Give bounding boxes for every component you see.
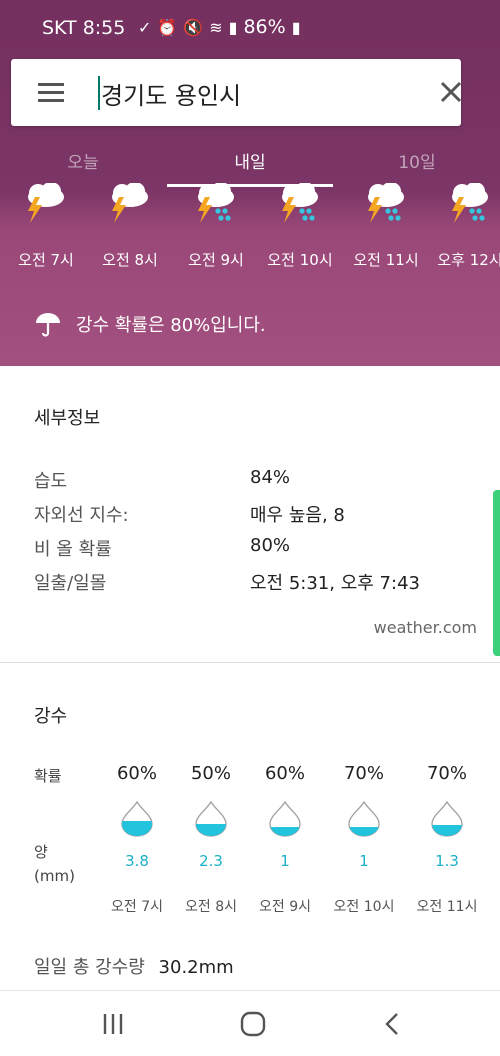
uv-index-value: 매우 높음, 8 bbox=[250, 505, 345, 526]
hour-label: 오전 7시 bbox=[18, 251, 74, 269]
thunder-rain-icon bbox=[368, 183, 404, 223]
menu-icon[interactable] bbox=[38, 83, 64, 103]
rain-chance-value: 80% bbox=[250, 535, 291, 556]
umbrella-icon bbox=[36, 313, 60, 337]
source-link[interactable]: weather.com bbox=[374, 618, 477, 637]
probability-row-label: 확률 bbox=[34, 767, 62, 785]
precip-probability: 60% bbox=[264, 763, 305, 784]
hour-label: 오전 11시 bbox=[353, 251, 419, 269]
thunderstorm-icon bbox=[28, 183, 64, 223]
precip-probability: 60% bbox=[116, 763, 157, 784]
raindrop-icon bbox=[269, 800, 301, 837]
precip-amount: 1 bbox=[280, 852, 290, 870]
thunderstorm-icon bbox=[112, 183, 148, 223]
thunder-rain-icon bbox=[452, 183, 488, 223]
precip-amount: 1 bbox=[359, 852, 369, 870]
back-icon[interactable] bbox=[380, 1011, 404, 1037]
precip-time: 오전 9시 bbox=[259, 899, 311, 915]
hour-label: 오전 10시 bbox=[267, 251, 333, 269]
precip-amount: 2.3 bbox=[199, 852, 223, 870]
home-icon[interactable] bbox=[239, 1010, 267, 1038]
thunder-rain-icon bbox=[282, 183, 318, 223]
section-divider bbox=[0, 662, 500, 663]
rain-chance-label: 비 올 확률 bbox=[34, 539, 112, 560]
precip-amount: 1.3 bbox=[435, 852, 459, 870]
tab-10-day[interactable]: 10일 bbox=[334, 148, 500, 173]
battery-icon: ▮ bbox=[291, 17, 301, 37]
raindrop-icon bbox=[195, 800, 227, 837]
precip-probability: 70% bbox=[426, 763, 467, 784]
precip-probability: 50% bbox=[190, 763, 231, 784]
humidity-value: 84% bbox=[250, 467, 291, 488]
thunder-rain-icon bbox=[198, 183, 234, 223]
raindrop-icon bbox=[431, 800, 463, 837]
rain-probability-text: 강수 확률은 80%입니다. bbox=[76, 315, 266, 336]
raindrop-icon bbox=[348, 800, 380, 837]
sunrise-sunset-value: 오전 5:31, 오후 7:43 bbox=[250, 573, 420, 594]
navigation-bar bbox=[0, 990, 500, 1056]
alarm-icon: ⏰ bbox=[157, 17, 178, 37]
sunrise-sunset-label: 일출/일몰 bbox=[34, 573, 107, 594]
search-input[interactable] bbox=[99, 69, 413, 117]
raindrop-icon bbox=[121, 800, 153, 837]
signal-icon: ▮ bbox=[228, 17, 238, 37]
search-bar bbox=[11, 59, 464, 126]
tab-tomorrow[interactable]: 내일 bbox=[167, 148, 333, 173]
day-tabs: 오늘 내일 10일 bbox=[0, 134, 500, 188]
mute-icon: 🔇 bbox=[183, 17, 204, 37]
edge-panel-handle[interactable] bbox=[493, 490, 500, 656]
rain-probability-banner: 강수 확률은 80%입니다. bbox=[34, 310, 266, 338]
uv-index-label: 자외선 지수: bbox=[34, 505, 129, 526]
hour-label: 오전 9시 bbox=[188, 251, 244, 269]
battery-percent: 86% bbox=[243, 16, 286, 38]
amount-unit: (mm) bbox=[34, 867, 75, 885]
precip-time: 오전 10시 bbox=[333, 899, 395, 915]
amount-label: 양 bbox=[34, 843, 48, 861]
status-bar: SKT 8:55 ✓ ⏰ 🔇 ≋ ▮ 86% ▮ bbox=[0, 0, 500, 48]
amount-row-label: 양 (mm) bbox=[34, 840, 75, 888]
hour-label: 오전 8시 bbox=[102, 251, 158, 269]
daily-total-label: 일일 총 강수량 bbox=[34, 957, 145, 978]
precip-amount: 3.8 bbox=[125, 852, 149, 870]
tab-today[interactable]: 오늘 bbox=[0, 148, 166, 173]
carrier-time: SKT 8:55 bbox=[42, 17, 126, 39]
recent-apps-icon[interactable] bbox=[100, 1011, 126, 1037]
hour-label: 오후 12시 bbox=[437, 251, 500, 269]
close-icon[interactable] bbox=[438, 79, 464, 105]
check-icon: ✓ bbox=[138, 17, 152, 37]
wifi-icon: ≋ bbox=[209, 17, 223, 37]
details-title: 세부정보 bbox=[34, 408, 101, 429]
precip-probability: 70% bbox=[343, 763, 384, 784]
humidity-label: 습도 bbox=[34, 471, 68, 492]
precip-time: 오전 11시 bbox=[416, 899, 478, 915]
status-icons: ✓ ⏰ 🔇 ≋ ▮ 86% ▮ bbox=[138, 16, 301, 38]
daily-total-value: 30.2mm bbox=[158, 957, 234, 978]
precip-title: 강수 bbox=[34, 706, 68, 727]
daily-total: 일일 총 강수량 30.2mm bbox=[34, 953, 234, 979]
